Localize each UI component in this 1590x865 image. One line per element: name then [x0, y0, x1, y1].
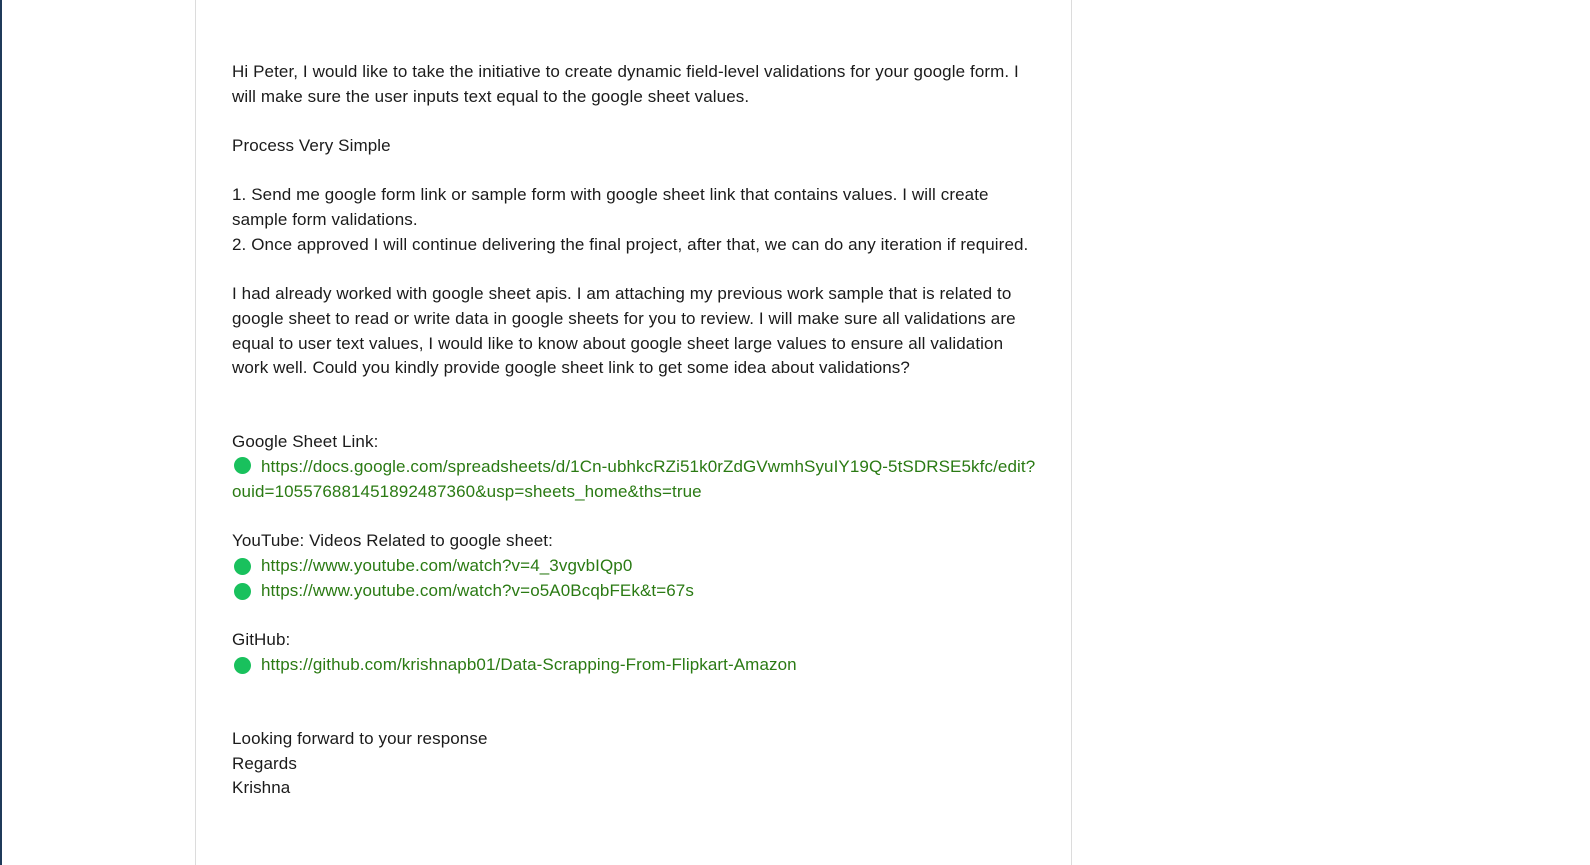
- closing-text: Looking forward to your response: [232, 728, 488, 748]
- window-edge: [0, 0, 2, 865]
- process-heading: Process Very Simple: [232, 136, 391, 156]
- green-circle-icon: [234, 582, 251, 600]
- regards-text: Regards: [232, 753, 297, 773]
- step-2: 2. Once approved I will continue deliver…: [232, 234, 1029, 254]
- sheet-label: Google Sheet Link:: [232, 432, 379, 452]
- youtube-link-line-2: https://www.youtube.com/watch?v=o5A0Bcqb…: [232, 579, 1042, 604]
- sheet-link[interactable]: https://docs.google.com/spreadsheets/d/1…: [232, 457, 1035, 501]
- sheet-link-line: https://docs.google.com/spreadsheets/d/1…: [232, 455, 1042, 504]
- experience-text: I had already worked with google sheet a…: [232, 284, 1021, 378]
- proposal-body: Hi Peter, I would like to take the initi…: [232, 60, 1042, 801]
- youtube-link-line-1: https://www.youtube.com/watch?v=4_3vgvbI…: [232, 554, 1042, 579]
- green-circle-icon: [234, 656, 251, 674]
- github-link-line: https://github.com/krishnapb01/Data-Scra…: [232, 653, 1042, 678]
- youtube-label: YouTube: Videos Related to google sheet:: [232, 531, 553, 551]
- green-circle-icon: [234, 457, 251, 475]
- green-circle-icon: [234, 557, 251, 575]
- youtube-link-1[interactable]: https://www.youtube.com/watch?v=4_3vgvbI…: [261, 554, 632, 579]
- youtube-link-2[interactable]: https://www.youtube.com/watch?v=o5A0Bcqb…: [261, 579, 694, 604]
- page: Hi Peter, I would like to take the initi…: [0, 0, 1590, 865]
- github-label: GitHub:: [232, 630, 291, 650]
- proposal-card: Hi Peter, I would like to take the initi…: [195, 0, 1072, 865]
- signature-text: Krishna: [232, 778, 291, 798]
- intro-text: Hi Peter, I would like to take the initi…: [232, 62, 1024, 106]
- step-1: 1. Send me google form link or sample fo…: [232, 185, 994, 230]
- github-link[interactable]: https://github.com/krishnapb01/Data-Scra…: [261, 653, 797, 678]
